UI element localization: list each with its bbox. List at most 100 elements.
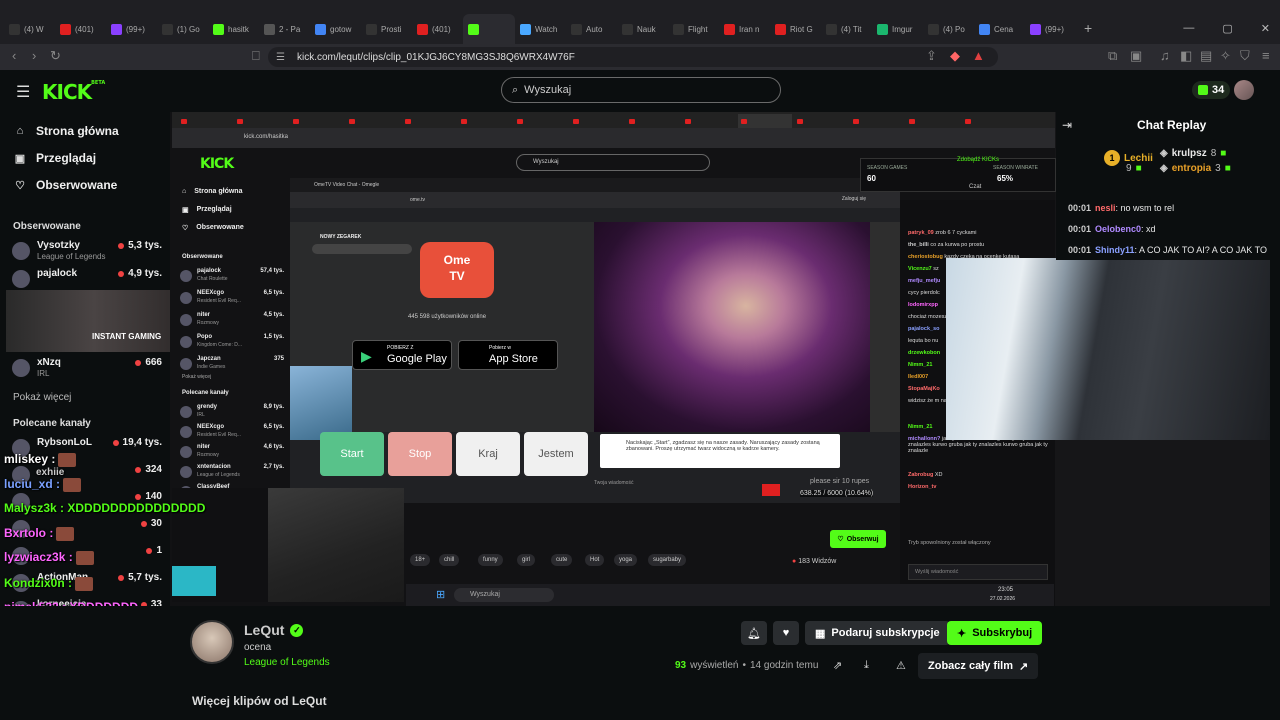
brave-shields-icon[interactable]: ◆ [950, 48, 960, 64]
tab-favicon-icon [366, 23, 377, 35]
live-dot-icon [118, 270, 125, 277]
kick-points-badge[interactable]: 34 [1192, 81, 1231, 99]
channel-name: niter [197, 444, 211, 450]
inner-tag: chill [439, 554, 460, 566]
hamburger-menu-icon[interactable]: ☰ [16, 82, 30, 102]
channel-viewers: 8,9 tys. [263, 404, 284, 410]
channel-viewers: 324 [135, 464, 162, 475]
bookmark-icon[interactable]: ⎕ [252, 48, 260, 64]
sidebar-item-following[interactable]: ♡ Obserwowane [14, 178, 117, 192]
browser-tab[interactable]: (401) [412, 14, 463, 44]
kick-logo[interactable]: KICKBETA [42, 80, 105, 104]
close-window-icon[interactable]: ✕ [1261, 22, 1270, 35]
browser-tab[interactable] [463, 14, 515, 44]
browser-tab[interactable]: Auto [566, 14, 617, 44]
inner-channel[interactable]: grendy IRL 8,9 tys. [180, 404, 284, 422]
channel-viewers: 4,9 tys. [118, 268, 162, 279]
inner-channel[interactable]: niter Rozmowy 4,5 tys. [180, 312, 284, 330]
ometv-gender-button: Jestem [524, 432, 588, 476]
clip-category[interactable]: League of Legends [244, 657, 330, 668]
browser-tab[interactable]: Imgur [872, 14, 923, 44]
sidebar-item-home[interactable]: ⌂ Strona główna [14, 124, 119, 138]
ai-icon[interactable]: ✧ [1220, 48, 1231, 64]
search-input[interactable]: ⌕ Wyszukaj [501, 77, 781, 103]
url-field[interactable]: ☰ kick.com/lequt/clips/clip_01KJGJ6CY8MG… [268, 47, 998, 67]
browser-tab[interactable]: gotow [310, 14, 361, 44]
download-icon[interactable]: ⤓ [864, 659, 869, 672]
subscribe-button[interactable]: ✦ Subskrybuj [947, 621, 1043, 645]
channel-name: pajalock [37, 268, 78, 279]
inner-channel[interactable]: NEEXcgo Resident Evil Req... 6,5 tys. [180, 424, 284, 442]
sidebar-channel[interactable]: xNzq IRL 666 [12, 357, 162, 381]
ometv-country-button: Kraj [456, 432, 520, 476]
follow-heart-button[interactable]: ♥ [773, 621, 799, 645]
browser-tab[interactable]: Prosti [361, 14, 412, 44]
browser-tab[interactable]: (99+) [1025, 14, 1076, 44]
inner-channel[interactable]: pajalock Chat Roulette 57,4 tys. [180, 268, 284, 286]
browser-tab[interactable]: (1) Go [157, 14, 208, 44]
channel-name: Japczan [197, 356, 221, 362]
url-text: kick.com/lequt/clips/clip_01KJGJ6CY8MG3S… [296, 51, 575, 63]
browser-tab[interactable]: Iran n [719, 14, 770, 44]
browser-tab[interactable]: Flight [668, 14, 719, 44]
sidebar-channel[interactable]: pajalock 4,9 tys. [12, 268, 162, 292]
browser-tab[interactable]: (4) Po [923, 14, 974, 44]
browser-tab[interactable]: (4) Tit [821, 14, 872, 44]
inner-channel[interactable]: niter Rozmowy 4,6 tys. [180, 444, 284, 462]
tab-label: (99+) [126, 24, 145, 34]
forward-icon[interactable]: › [32, 48, 36, 63]
sidebar-channel[interactable]: Vysotzky League of Legends 5,3 tys. [12, 240, 162, 264]
browser-tab[interactable]: Watch [515, 14, 566, 44]
wallet-icon[interactable]: ▤ [1200, 48, 1212, 64]
watch-progress [312, 244, 412, 254]
streamer-avatar[interactable] [190, 620, 234, 664]
share-icon[interactable]: ⇗ [833, 659, 842, 672]
window-controls: — ▢ ✕ [1183, 22, 1270, 35]
tab-favicon-icon [349, 118, 355, 124]
browser-tab[interactable]: Riot G [770, 14, 821, 44]
back-icon[interactable]: ‹ [12, 48, 16, 63]
show-more-link[interactable]: Pokaż więcej [13, 392, 71, 403]
channel-category: Kingdom Come: D... [197, 342, 243, 348]
more-clips-heading: Więcej klipów od LeQut [192, 694, 327, 708]
streamer-name[interactable]: LeQut ✓ [244, 622, 304, 638]
browser-tab[interactable]: (99+) [106, 14, 157, 44]
inner-tag: 18+ [410, 554, 431, 566]
notifications-button[interactable]: 🔔︎ [741, 621, 767, 645]
browser-tab[interactable]: (4) W [4, 14, 55, 44]
instant-gaming-ad[interactable]: INSTANT GAMING [6, 290, 182, 352]
collapse-chat-icon[interactable]: ⇥ [1062, 118, 1072, 132]
sidebar-item-browse[interactable]: ▣ Przeglądaj [14, 151, 96, 165]
browse-icon: ▣ [14, 152, 26, 165]
vpn-icon[interactable]: ⛉ [1240, 48, 1250, 64]
channel-name: Vysotzky [37, 240, 80, 251]
browser-tab[interactable]: (401) [55, 14, 106, 44]
tab-search-icon[interactable]: ▣ [1130, 48, 1142, 64]
tab-favicon-icon [909, 118, 915, 124]
maximize-icon[interactable]: ▢ [1222, 22, 1232, 35]
site-settings-icon[interactable]: ☰ [276, 52, 285, 63]
inner-channel[interactable]: NEEXcgo Resident Evil Req... 6,5 tys. [180, 290, 284, 308]
inner-channel[interactable]: xntentacion League of Legends 2,7 tys. [180, 464, 284, 482]
star-icon: ✦ [957, 627, 967, 640]
minimize-icon[interactable]: — [1183, 22, 1194, 35]
extensions-icon[interactable]: ⧉ [1108, 48, 1117, 64]
gift-subscription-button[interactable]: ▦ Podaruj subskrypcje [805, 621, 950, 645]
report-icon[interactable]: ⚠ [896, 659, 906, 672]
share-page-icon[interactable]: ⇪ [926, 48, 937, 64]
browser-tab[interactable]: Nauk [617, 14, 668, 44]
browser-tab[interactable]: Cena [974, 14, 1025, 44]
new-tab-button[interactable]: + [1084, 20, 1092, 36]
sidebar-icon[interactable]: ◧ [1180, 48, 1192, 64]
browser-tab[interactable]: hasitk [208, 14, 259, 44]
channel-avatar [180, 292, 192, 304]
browser-tab[interactable]: 2 - Pa [259, 14, 310, 44]
media-icon[interactable]: ♫ [1160, 48, 1170, 63]
inner-channel[interactable]: Popo Kingdom Come: D... 1,5 tys. [180, 334, 284, 352]
reload-icon[interactable]: ↻ [50, 48, 61, 64]
inner-channel[interactable]: Japczan Indie Games 375 [180, 356, 284, 374]
menu-icon[interactable]: ≡ [1262, 48, 1270, 63]
brave-rewards-icon[interactable]: ▲ [972, 48, 985, 63]
watch-full-video-button[interactable]: Zobacz cały film ↗ [918, 653, 1039, 679]
user-avatar[interactable] [1234, 80, 1254, 100]
